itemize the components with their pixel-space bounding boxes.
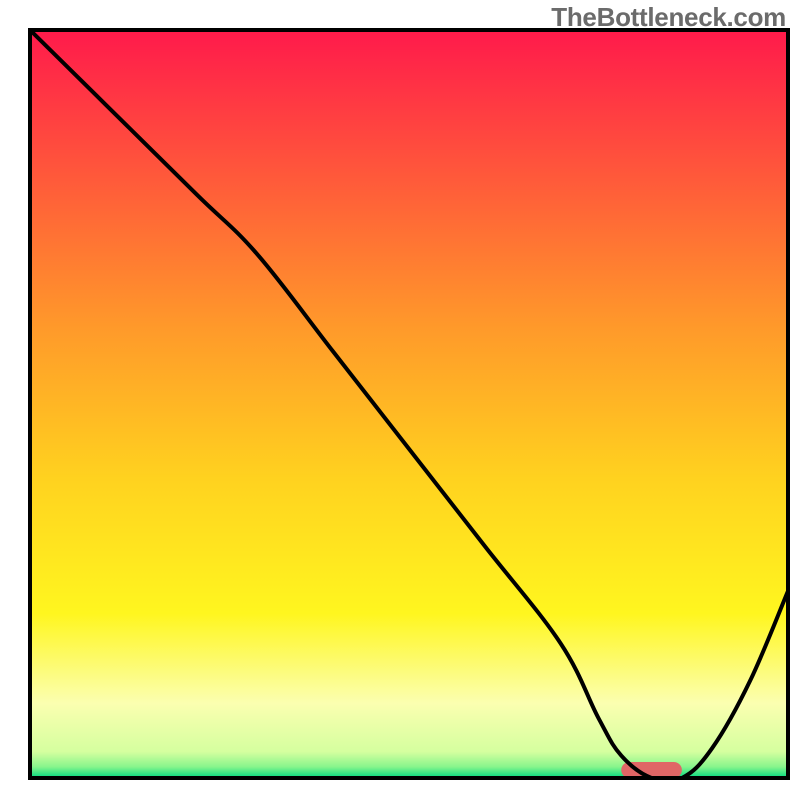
chart-container: TheBottleneck.com [0,0,800,800]
bottleneck-chart [0,0,800,800]
watermark-text: TheBottleneck.com [551,2,786,33]
